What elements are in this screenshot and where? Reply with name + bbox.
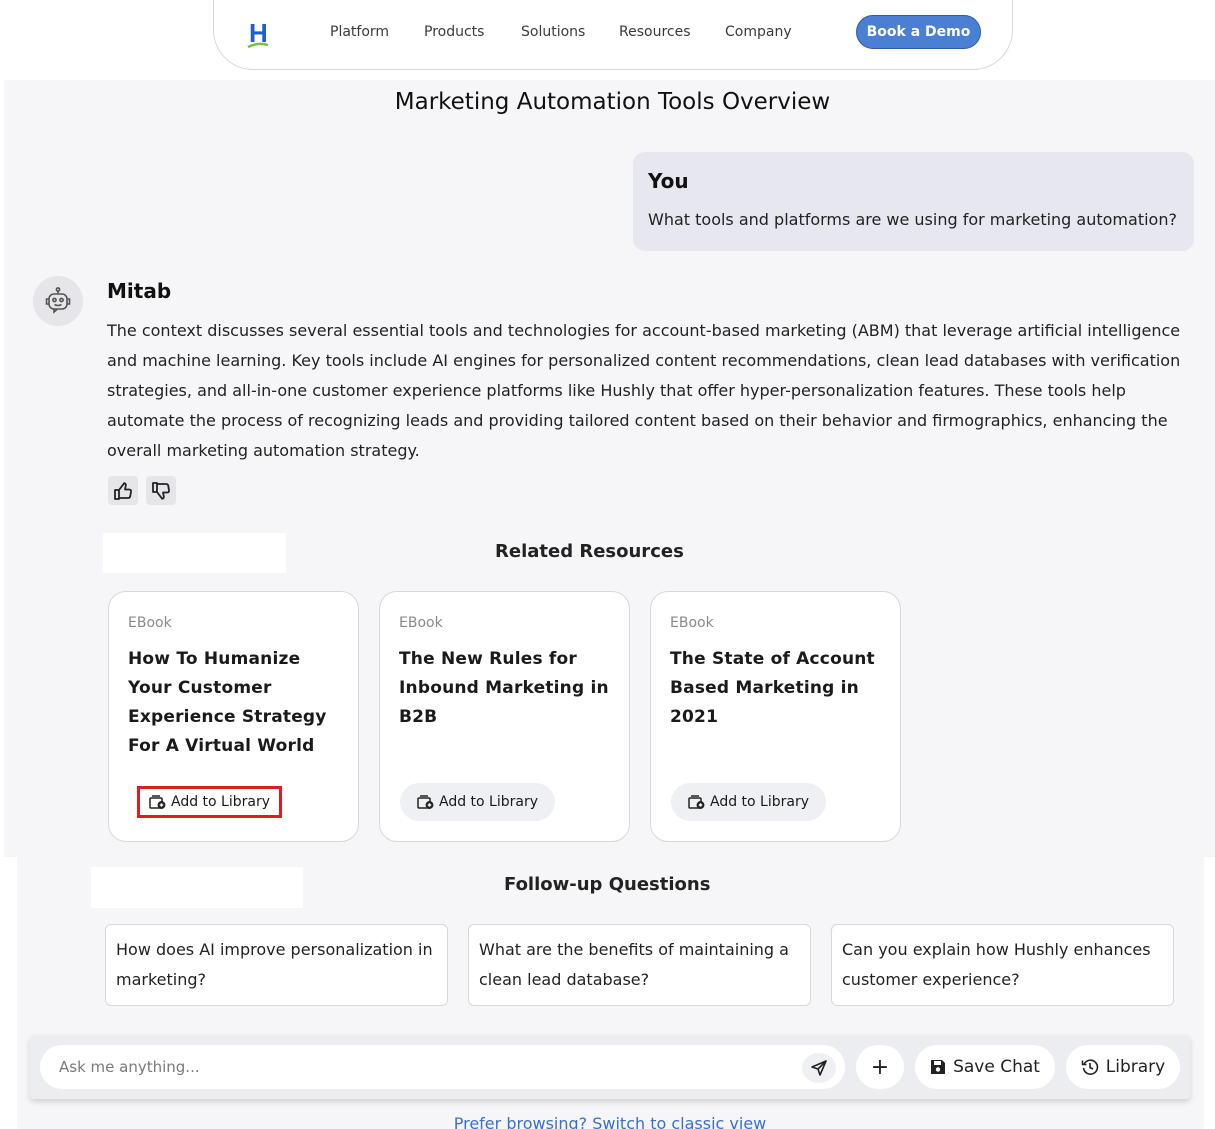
chat-composer: + Save Chat Library xyxy=(30,1035,1190,1099)
add-to-library-button[interactable]: Add to Library xyxy=(671,783,827,821)
user-message: You What tools and platforms are we usin… xyxy=(633,152,1194,251)
library-button[interactable]: Library xyxy=(1066,1045,1180,1089)
library-label: Library xyxy=(1105,1057,1166,1077)
followup-question[interactable]: How does AI improve personalization in m… xyxy=(105,924,448,1006)
thumbs-up-button[interactable] xyxy=(108,476,138,505)
add-to-library-button[interactable]: Add to Library xyxy=(137,786,283,818)
resource-card[interactable]: EBook How To Humanize Your Customer Expe… xyxy=(108,591,359,842)
user-message-text: What tools and platforms are we using fo… xyxy=(648,210,1177,229)
hushly-logo[interactable]: H xyxy=(246,18,272,50)
nav-item-resources[interactable]: Resources xyxy=(619,24,691,40)
bot-avatar xyxy=(33,276,83,326)
blank-panel xyxy=(91,867,303,908)
resource-title[interactable]: The New Rules for Inbound Marketing in B… xyxy=(399,645,614,732)
resource-title[interactable]: How To Humanize Your Customer Experience… xyxy=(128,645,343,761)
page-title: Marketing Automation Tools Overview xyxy=(394,89,831,115)
add-to-library-label: Add to Library xyxy=(710,794,810,810)
thumbs-down-icon xyxy=(152,481,170,500)
resource-card[interactable]: EBook The State of Account Based Marketi… xyxy=(650,591,901,842)
thumbs-up-icon xyxy=(114,481,132,500)
user-name: You xyxy=(648,169,689,193)
bot-message-text: The context discusses several essential … xyxy=(107,321,1181,460)
resource-title[interactable]: The State of Account Based Marketing in … xyxy=(670,645,885,732)
followup-title: Follow-up Questions xyxy=(504,874,711,895)
resource-type: EBook xyxy=(128,615,172,631)
library-add-icon xyxy=(149,795,166,809)
resource-card[interactable]: EBook The New Rules for Inbound Marketin… xyxy=(379,591,630,842)
add-to-library-label: Add to Library xyxy=(171,794,271,810)
library-add-icon xyxy=(417,795,434,809)
new-chat-button[interactable]: + xyxy=(856,1045,904,1089)
bot-name: Mitab xyxy=(107,279,172,303)
related-resources-title: Related Resources xyxy=(495,541,684,562)
history-icon xyxy=(1081,1059,1099,1075)
save-icon xyxy=(931,1060,946,1074)
add-to-library-label: Add to Library xyxy=(439,794,539,810)
ask-input[interactable] xyxy=(40,1045,845,1089)
nav-item-company[interactable]: Company xyxy=(725,24,792,40)
followup-question[interactable]: What are the benefits of maintaining a c… xyxy=(468,924,811,1006)
resource-type: EBook xyxy=(399,615,443,631)
followup-question[interactable]: Can you explain how Hushly enhances cust… xyxy=(831,924,1174,1006)
add-to-library-button[interactable]: Add to Library xyxy=(400,783,556,821)
nav-item-solutions[interactable]: Solutions xyxy=(521,24,585,40)
resource-type: EBook xyxy=(670,615,714,631)
book-demo-button[interactable]: Book a Demo xyxy=(856,15,981,49)
send-icon xyxy=(811,1060,827,1076)
nav-item-products[interactable]: Products xyxy=(424,24,484,40)
send-button[interactable] xyxy=(802,1053,836,1083)
top-navigation: H Platform Products Solutions Resources … xyxy=(213,0,1013,70)
thumbs-down-button[interactable] xyxy=(146,476,176,505)
save-chat-label: Save Chat xyxy=(953,1057,1040,1077)
robot-icon xyxy=(45,287,71,314)
library-add-icon xyxy=(688,795,705,809)
nav-item-platform[interactable]: Platform xyxy=(330,24,389,40)
save-chat-button[interactable]: Save Chat xyxy=(915,1045,1055,1089)
blank-panel xyxy=(103,533,286,573)
switch-to-classic-link[interactable]: Prefer browsing? Switch to classic view xyxy=(0,1114,1215,1129)
